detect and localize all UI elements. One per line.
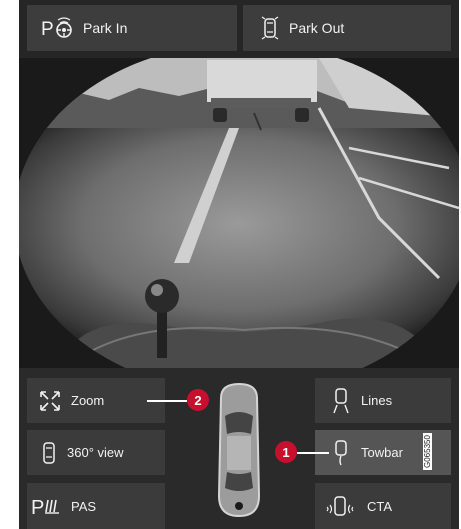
pas-label: PAS — [71, 498, 97, 514]
zoom-icon — [39, 390, 71, 412]
lines-icon — [331, 387, 361, 415]
park-out-icon — [259, 14, 289, 42]
park-in-button[interactable]: P Park In — [27, 5, 237, 51]
figure-id: G065350 — [423, 433, 432, 470]
view-360-label: 360° view — [67, 445, 124, 460]
callout-2-line — [147, 400, 187, 402]
cta-icon — [323, 493, 367, 519]
zoom-label: Zoom — [71, 393, 105, 408]
camera-image — [19, 58, 459, 368]
rear-camera-view — [19, 58, 459, 368]
top-bar: P Park In Park Out — [19, 0, 459, 58]
lines-button[interactable]: Lines — [315, 378, 451, 423]
towbar-label: Towbar — [361, 445, 403, 460]
parking-camera-screen: P Park In Park Out Zoom 360° view P PAS … — [19, 0, 459, 529]
vehicle-top-view — [199, 376, 279, 526]
park-out-button[interactable]: Park Out — [243, 5, 451, 51]
callout-1-marker: 1 — [275, 441, 297, 463]
park-in-label: Park In — [83, 20, 128, 36]
cta-button[interactable]: CTA — [315, 483, 451, 529]
callout-1-line — [297, 452, 329, 454]
svg-text:P: P — [41, 19, 54, 40]
park-in-icon: P — [41, 16, 83, 40]
towbar-icon — [331, 439, 361, 467]
view-360-button[interactable]: 360° view — [27, 430, 165, 475]
zoom-button[interactable]: Zoom — [27, 378, 165, 423]
lines-label: Lines — [361, 393, 393, 408]
callout-2-marker: 2 — [187, 389, 209, 411]
park-out-label: Park Out — [289, 20, 345, 36]
bottom-panel: Zoom 360° view P PAS Lines Towbar CTA — [19, 368, 459, 529]
pas-icon: P — [31, 494, 71, 518]
pas-button[interactable]: P PAS — [27, 483, 165, 529]
svg-text:P: P — [31, 497, 44, 518]
cta-label: CTA — [367, 498, 393, 514]
car-top-icon — [41, 441, 67, 465]
